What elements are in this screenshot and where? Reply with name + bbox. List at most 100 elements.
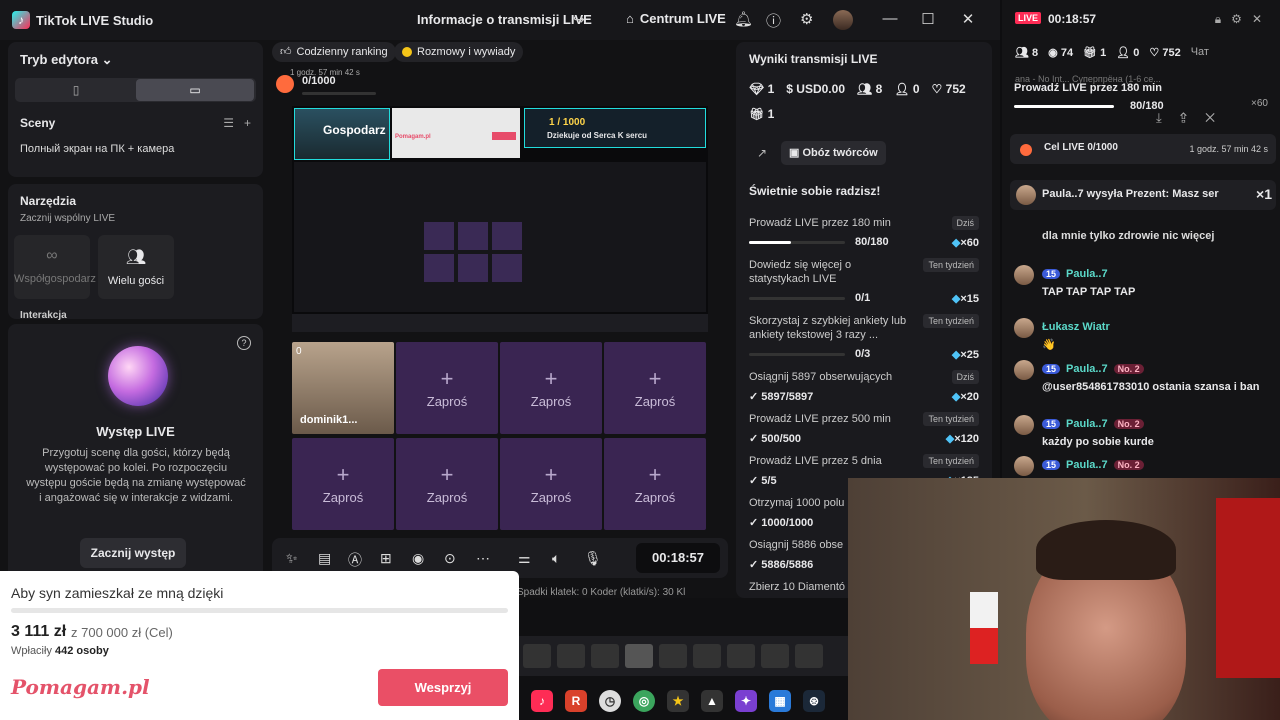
taskbar-area: ♪ R ◷ ◎ ★ ▲ ✦ ▦ ⊛ (519, 598, 848, 720)
close-icon[interactable]: ✕ (1205, 110, 1233, 125)
help-icon[interactable]: ⓘ (766, 10, 781, 31)
share-icon[interactable]: ↪ (573, 11, 585, 28)
live-center-button[interactable]: ⌂ Centrum LIVE (626, 11, 726, 26)
task-item[interactable]: Prowadź LIVE przez 500 min Ten tydzień ✓ 5… (749, 412, 979, 448)
multi-guest-button[interactable]: 👥︎ Wielu gości (98, 235, 174, 299)
bell-icon[interactable]: 🔔︎ (734, 10, 753, 28)
gift-icon: 🎁︎ (1083, 47, 1098, 59)
task-item[interactable]: Dowiedz się więcej o statystykach LIVE Te… (749, 258, 979, 308)
captions-icon[interactable]: ⊞ (380, 550, 392, 567)
thumbnail[interactable] (693, 644, 721, 668)
results-title: Wyniki transmisji LIVE (749, 52, 878, 66)
minimize-icon[interactable]: — (880, 10, 900, 27)
donation-card: Aby syn zamieszkał ze mną dzięki 3 111 z… (0, 571, 519, 720)
maximize-icon[interactable]: ☐ (918, 10, 938, 28)
creator-camp-button[interactable]: ▣ Obóz twórców (781, 141, 886, 165)
more-icon[interactable]: ⋯ (476, 550, 490, 567)
task-badge: Dziś (951, 216, 979, 230)
thumbnail[interactable] (727, 644, 755, 668)
steam-icon[interactable]: ⊛ (803, 690, 825, 712)
close-icon[interactable]: ✕ (1252, 12, 1272, 26)
editor-mode-dropdown[interactable]: Tryb edytora ⌄ (20, 52, 113, 68)
goal-progress-bar (1014, 105, 1114, 108)
microphone-icon[interactable]: 🎙︎ (584, 550, 602, 567)
avatar (1014, 318, 1034, 338)
invite-slot[interactable]: + Zaproś (500, 438, 602, 530)
task-progress: ✓ 5/5 (749, 475, 777, 487)
invite-slot[interactable]: + Zaproś (500, 342, 602, 434)
task-progress-bar (749, 353, 845, 356)
plus-icon: + (440, 366, 454, 391)
landscape-option[interactable]: ▭ (136, 79, 254, 101)
thumbnail[interactable] (591, 644, 619, 668)
thumbnail[interactable] (659, 644, 687, 668)
username: Łukasz Wiatr (1042, 321, 1110, 333)
settings-sliders-icon[interactable]: ⚌ (518, 550, 531, 567)
scene-item[interactable]: Полный экран на ПК + камера (20, 143, 174, 155)
users-icon: 👥︎ (857, 82, 873, 96)
task-item[interactable]: Prowadź LIVE przez 180 min Dziś 80/180 ◆×60 (749, 216, 979, 252)
stream-preview[interactable]: Gospodarz Pomagam.pl 1 / 1000 Dziekuje o… (292, 106, 708, 332)
tiktok-icon[interactable]: ♪ (531, 690, 553, 712)
check-icon: ✓ (749, 391, 759, 403)
photos-icon[interactable]: ▦ (769, 690, 791, 712)
invite-slot[interactable]: + Zaproś (396, 438, 498, 530)
share-icon[interactable]: ⇪ (1180, 110, 1205, 125)
thumbnail[interactable] (557, 644, 585, 668)
effects-icon[interactable]: ✨︎ (286, 550, 298, 567)
thumbnail[interactable] (795, 644, 823, 668)
gear-icon[interactable]: ⚙ (800, 10, 813, 28)
clock-app-icon[interactable]: ◷ (599, 690, 621, 712)
help-icon[interactable]: ? (237, 336, 251, 350)
task-name: Osiągnij 5897 obserwujących (749, 371, 893, 383)
invite-slot[interactable]: + Zaproś (604, 438, 706, 530)
cohost-button[interactable]: ∞ Współgospodarz (14, 235, 96, 299)
invite-slot[interactable]: + Zaproś (396, 342, 498, 434)
pomagam-logo[interactable]: Pomagam.pl (11, 675, 150, 699)
daily-ranking-chip[interactable]: 👍︎ Codzienny ranking (272, 42, 396, 62)
red-app-icon[interactable]: R (565, 690, 587, 712)
ai-icon[interactable]: Ⓐ (348, 550, 362, 570)
donate-button[interactable]: Wesprzyj (378, 669, 508, 706)
download-icon[interactable]: ⤓ (1156, 110, 1180, 125)
invite-slot[interactable]: + Zaproś (292, 438, 394, 530)
gift-icon (1020, 144, 1032, 156)
close-icon[interactable]: ✕ (958, 10, 978, 28)
gear-icon[interactable]: ⚙ (1231, 12, 1252, 26)
gift-goal-widget[interactable]: 1 godz. 57 min 42 s 0/1000 (272, 68, 382, 100)
puzzle-icon[interactable]: ✦ (735, 690, 757, 712)
add-icon[interactable]: + (244, 116, 251, 130)
layout-icon[interactable]: ▤ (318, 550, 331, 567)
thumbnail[interactable] (625, 644, 653, 668)
task-badge: Ten tydzień (923, 258, 979, 272)
task-item[interactable]: Osiągnij 5897 obserwujących Dziś ✓ 5897/58… (749, 370, 979, 406)
guest-camera-slot[interactable]: 0 dominik1... (292, 342, 394, 434)
chat-label[interactable]: Чат (1191, 46, 1209, 59)
diamond-stat: 💎︎ 1 (749, 82, 775, 96)
star-app-icon[interactable]: ★ (667, 690, 689, 712)
stream-timer: 00:18:57 (636, 543, 720, 573)
thumbnail[interactable] (523, 644, 551, 668)
chrome-icon[interactable]: ◎ (633, 690, 655, 712)
record-icon[interactable]: ◉ (412, 550, 424, 567)
speaker-icon[interactable]: 🔈︎ (552, 550, 560, 567)
thumbnail[interactable] (761, 644, 789, 668)
invite-slot[interactable]: + Zaproś (604, 342, 706, 434)
task-item[interactable]: Skorzystaj z szybkiej ankiety lub ankiet… (749, 314, 979, 364)
lock-icon[interactable]: 🔒︎ (1215, 12, 1231, 26)
talk-chip[interactable]: Rozmowy i wywiady (394, 42, 524, 62)
tools-card: Narzędzia Zacznij wspólny LIVE ∞ Współgo… (8, 184, 263, 321)
list-icon[interactable]: ☰ (223, 116, 234, 130)
guest-count: 0 (296, 346, 302, 357)
avatar (1014, 265, 1034, 285)
gift-message: Paula..7 wysyła Prezent: Masz ser ×1 (1010, 180, 1276, 210)
avatar[interactable] (833, 10, 853, 30)
start-performance-button[interactable]: Zacznij występ (80, 538, 186, 568)
portrait-option[interactable]: ▯ (17, 79, 135, 101)
camera-switch-icon[interactable]: ⊙ (444, 550, 456, 567)
task-name: Prowadź LIVE przez 180 min (749, 217, 891, 229)
cap-icon[interactable]: ▲ (701, 690, 723, 712)
task-progress: ✓ 5886/5886 (749, 559, 814, 571)
task-name: Skorzystaj z szybkiej ankiety lub ankiet… (749, 315, 907, 341)
great-label: Świetnie sobie radzisz! (749, 184, 881, 198)
